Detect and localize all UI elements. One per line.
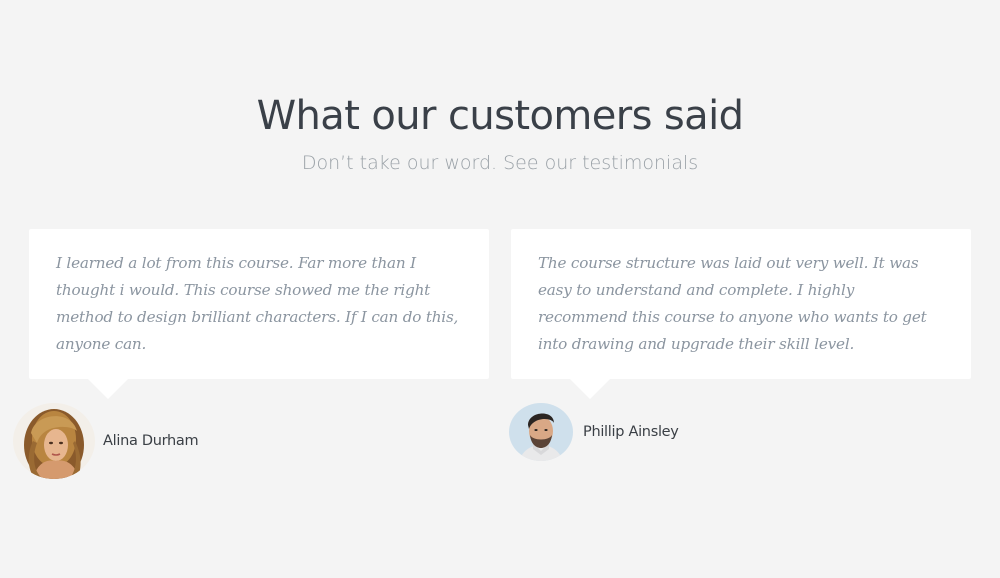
testimonials-section: What our customers said Don’t take our w…	[0, 0, 1000, 578]
testimonial-author-1: Alina Durham	[13, 403, 199, 479]
testimonial-card-1: I learned a lot from this course. Far mo…	[29, 229, 489, 399]
author-name: Alina Durham	[103, 433, 199, 449]
section-title: What our customers said	[256, 93, 744, 139]
avatar	[13, 403, 95, 479]
testimonial-quote: The course structure was laid out very w…	[538, 254, 927, 353]
testimonial-author-2: Phillip Ainsley	[509, 403, 679, 461]
man-portrait-avatar-icon	[509, 403, 573, 461]
author-name: Phillip Ainsley	[583, 424, 679, 440]
testimonial-quote: I learned a lot from this course. Far mo…	[56, 254, 459, 353]
section-subtitle: Don’t take our word. See our testimonial…	[301, 152, 699, 174]
testimonial-card-2: The course structure was laid out very w…	[511, 229, 971, 399]
avatar	[509, 403, 573, 461]
woman-portrait-avatar-icon	[13, 403, 95, 479]
